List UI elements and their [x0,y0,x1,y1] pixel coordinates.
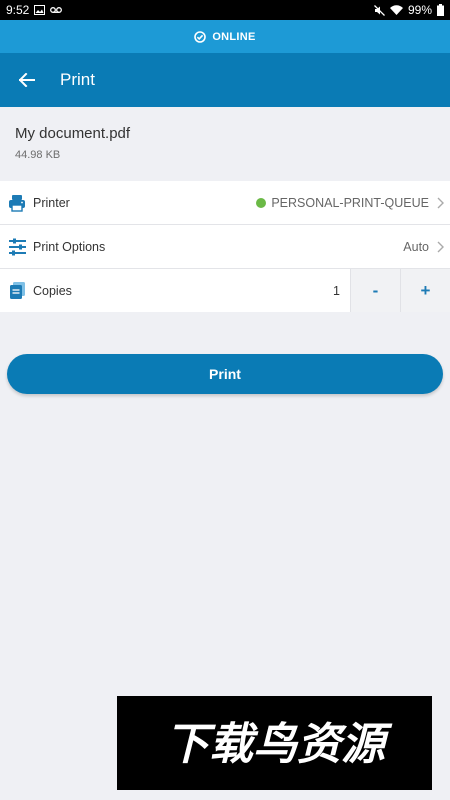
arrow-left-icon [19,73,35,87]
copies-row: Copies 1 - + [0,269,450,312]
copies-icon [6,280,28,302]
status-bar-right: 99% [374,3,444,17]
print-options-value: Auto [403,239,429,254]
watermark-logo: 下载鸟资源 [117,696,432,790]
printer-icon [6,192,28,214]
printer-name: PERSONAL-PRINT-QUEUE [271,195,429,210]
status-bar-left: 9:52 [6,3,63,17]
document-info: My document.pdf 44.98 KB [15,125,130,161]
document-name: My document.pdf [15,125,131,142]
check-circle-icon [194,30,207,43]
print-button[interactable]: Print [7,354,443,394]
page-title: Print [60,70,95,89]
chevron-right-icon [437,197,444,209]
printer-label: Printer [33,195,70,210]
connection-status-label: ONLINE [212,30,256,43]
increase-copies-button[interactable]: + [400,269,450,312]
battery-percent: 99% [407,3,432,17]
battery-icon [437,4,444,16]
back-button[interactable] [10,63,44,97]
voicemail-icon [50,6,63,14]
status-time: 9:52 [6,3,30,17]
mute-icon [374,4,385,16]
copies-stepper: - + [350,269,450,312]
printer-status-dot [256,197,267,208]
gallery-notification-icon [34,5,46,15]
copies-label: Copies [33,283,72,298]
status-bar: 9:52 99% [0,0,450,20]
copies-count: 1 [333,283,340,298]
print-options-row[interactable]: Print Options Auto [0,225,450,269]
chevron-right-icon [437,241,444,253]
svg-text:下载鸟资源: 下载鸟资源 [165,719,393,770]
decrease-copies-button[interactable]: - [350,269,400,312]
document-size: 44.98 KB [15,149,61,161]
wifi-icon [389,5,403,15]
print-options-label: Print Options [33,239,106,254]
app-bar: Print [0,53,450,107]
sliders-icon [6,236,28,258]
watermark-text: 下载鸟资源 [165,719,393,770]
connection-status-banner: ONLINE [0,20,450,53]
printer-row[interactable]: Printer PERSONAL-PRINT-QUEUE [0,181,450,225]
print-settings-list: Printer PERSONAL-PRINT-QUEUE Print Optio… [0,181,450,312]
printer-value: PERSONAL-PRINT-QUEUE [256,196,429,210]
